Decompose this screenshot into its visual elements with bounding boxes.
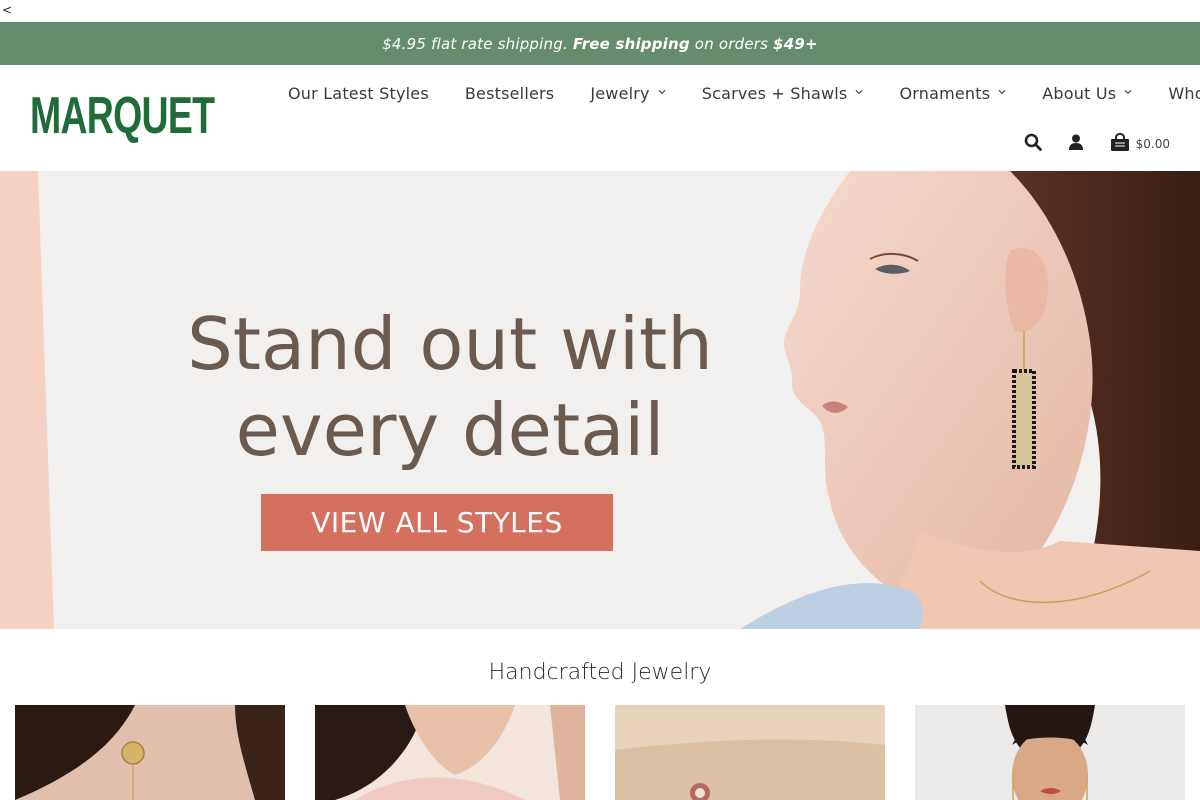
product-image: [615, 705, 885, 800]
nav-item-latest-styles[interactable]: Our Latest Styles: [270, 84, 447, 103]
announcement-text-4: $49+: [773, 34, 818, 53]
product-card[interactable]: [915, 705, 1185, 800]
nav-item-about-us[interactable]: About Us: [1024, 84, 1150, 103]
announcement-text-1: $4.95 flat rate shipping.: [382, 34, 573, 53]
announcement-text-2: Free shipping: [572, 34, 690, 53]
cart-button[interactable]: $0.00: [1110, 132, 1170, 156]
hero-model-photo: [680, 171, 1200, 629]
nav-item-jewelry[interactable]: Jewelry: [572, 84, 683, 103]
chevron-down-icon: [855, 89, 863, 97]
nav-item-label: Our Latest Styles: [288, 83, 429, 103]
cart-total: $0.00: [1135, 137, 1170, 151]
nav-item-label: Wholesale: [1168, 83, 1200, 103]
chevron-down-icon: [658, 89, 666, 97]
logo[interactable]: MARQUET: [30, 87, 286, 145]
hero-headline-line-2: every detail: [235, 388, 665, 472]
hero-accent-stripe: [0, 171, 54, 629]
product-grid: [15, 705, 1185, 800]
product-image: [915, 705, 1185, 800]
logo-text: MARQUET: [30, 87, 215, 145]
shopping-bag-icon: [1110, 132, 1130, 156]
hero-headline-line-1: Stand out with: [187, 302, 713, 386]
nav-item-ornaments[interactable]: Ornaments: [881, 84, 1024, 103]
announcement-bar: $4.95 flat rate shipping. Free shipping …: [0, 22, 1200, 65]
main-nav: Our Latest Styles Bestsellers Jewelry Sc…: [270, 81, 1200, 105]
view-all-styles-button[interactable]: VIEW ALL STYLES: [261, 494, 613, 551]
product-card[interactable]: [15, 705, 285, 800]
site-header: MARQUET Our Latest Styles Bestsellers Je…: [0, 65, 1200, 171]
section-title: Handcrafted Jewelry: [488, 660, 712, 685]
header-utilities: $0.00: [998, 132, 1170, 156]
hero-banner: Stand out with every detail VIEW ALL STY…: [0, 171, 1200, 629]
product-card[interactable]: [615, 705, 885, 800]
nav-item-label: Ornaments: [899, 83, 991, 103]
product-image: [15, 705, 285, 800]
nav-item-scarves-shawls[interactable]: Scarves + Shawls: [684, 84, 882, 103]
hero-headline: Stand out with every detail: [150, 301, 750, 473]
stray-character: <: [2, 3, 13, 17]
chevron-down-icon: [998, 89, 1006, 97]
nav-item-label: Bestsellers: [464, 83, 555, 103]
announcement-text-3: on orders: [689, 34, 774, 53]
search-icon: [1024, 133, 1042, 155]
user-icon: [1068, 134, 1084, 155]
nav-item-label: About Us: [1042, 83, 1117, 103]
product-image: [315, 705, 585, 800]
nav-item-label: Scarves + Shawls: [701, 83, 848, 103]
nav-item-label: Jewelry: [590, 83, 650, 103]
nav-item-bestsellers[interactable]: Bestsellers: [447, 84, 572, 103]
nav-item-wholesale[interactable]: Wholesale: [1150, 84, 1200, 103]
search-button[interactable]: [1024, 133, 1042, 155]
product-card[interactable]: [315, 705, 585, 800]
chevron-down-icon: [1124, 89, 1132, 97]
account-button[interactable]: [1068, 134, 1084, 155]
